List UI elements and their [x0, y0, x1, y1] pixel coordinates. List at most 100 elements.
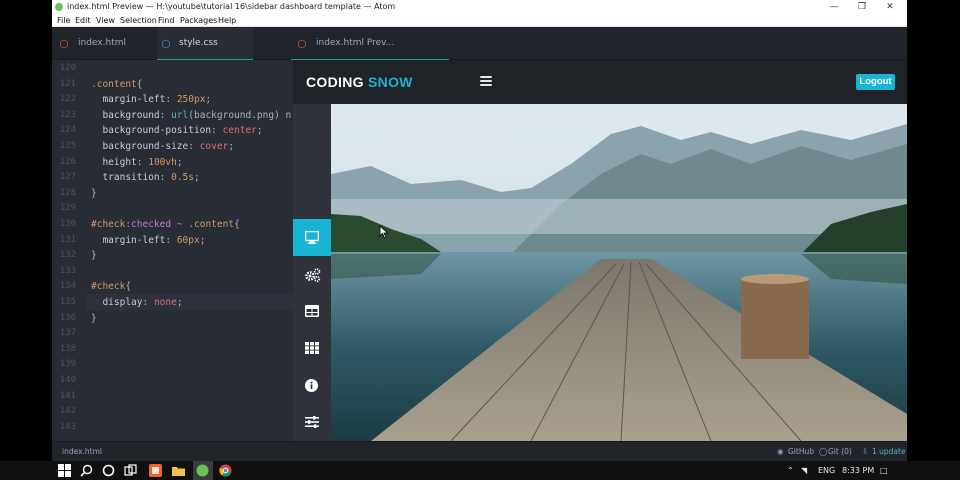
- dashboard-sidebar: [293, 104, 331, 441]
- line-number: 137: [59, 328, 76, 339]
- code-line[interactable]: }: [91, 248, 97, 264]
- notifications-icon[interactable]: □: [880, 461, 888, 480]
- status-bar: index.html ◉ GitHub ◯ Git (0) ⇩ 1 update: [52, 441, 907, 461]
- brand-main-text: CODING: [306, 74, 364, 90]
- line-number: 140: [59, 375, 76, 385]
- brand-accent-text: SNOW: [368, 74, 413, 90]
- menu-view[interactable]: View: [96, 14, 115, 27]
- atom-taskbar-button[interactable]: [193, 461, 213, 480]
- html-preview-pane: CODING SNOW Logout: [293, 60, 907, 441]
- dashboard-header: CODING SNOW Logout: [293, 60, 907, 104]
- video-editor-app-icon[interactable]: [149, 464, 162, 477]
- sidebar-item-sliders[interactable]: [293, 404, 331, 441]
- sidebar-item-info[interactable]: [293, 367, 331, 404]
- code-line[interactable]: .content{: [91, 77, 143, 93]
- atom-app-icon: [55, 3, 63, 11]
- line-number-gutter: 120 121 122 123 124 125 126 127 128 129 130 131 132 1…: [52, 60, 86, 441]
- code-line[interactable]: display: none;: [91, 295, 182, 311]
- code-line[interactable]: }: [91, 186, 97, 202]
- sidebar-item-settings[interactable]: [293, 256, 331, 293]
- html5-icon: ◯: [59, 39, 69, 48]
- th-icon: [305, 342, 319, 354]
- line-number: 123: [59, 109, 76, 120]
- line-number: 121: [59, 78, 76, 89]
- search-icon[interactable]: [80, 464, 93, 477]
- line-number: 138: [59, 343, 76, 354]
- tab-style-css[interactable]: ◯ style.css: [157, 28, 253, 61]
- menu-packages[interactable]: Packages: [180, 14, 217, 27]
- line-number: 131: [59, 234, 76, 245]
- maximize-button[interactable]: ❐: [848, 0, 876, 14]
- line-number: 120: [59, 63, 76, 73]
- brand-logo: CODING SNOW: [306, 74, 413, 90]
- code-line[interactable]: #check:checked ~ .content{: [91, 217, 240, 233]
- atom-window: index.html Preview — H:\youtube\tutorial…: [52, 0, 907, 461]
- tray-expand-icon[interactable]: ⌃: [787, 461, 794, 480]
- code-line[interactable]: transition: 0.5s;: [91, 170, 199, 186]
- status-update[interactable]: 1 update: [872, 442, 906, 461]
- system-clock[interactable]: 8:33 PM: [842, 461, 874, 480]
- code-line[interactable]: background: url(background.png) n: [91, 108, 291, 124]
- code-editor[interactable]: 120 121 122 123 124 125 126 127 128 129 130 131 132 1…: [52, 60, 293, 441]
- line-number: 129: [59, 203, 76, 214]
- menu-help[interactable]: Help: [218, 14, 236, 27]
- cortana-icon[interactable]: [102, 464, 115, 477]
- hamburger-menu-icon[interactable]: [480, 76, 492, 86]
- windows-start-icon[interactable]: [58, 464, 71, 477]
- status-git[interactable]: Git (0): [828, 442, 852, 461]
- line-number: 135: [59, 297, 76, 307]
- line-number: 126: [59, 156, 76, 167]
- code-line[interactable]: margin-left: 250px;: [91, 92, 211, 108]
- menu-selection[interactable]: Selection: [120, 14, 157, 27]
- menu-edit[interactable]: Edit: [75, 14, 91, 27]
- status-github[interactable]: GitHub: [788, 442, 814, 461]
- info-icon: [305, 379, 318, 392]
- menu-file[interactable]: File: [57, 14, 70, 27]
- code-area[interactable]: .content{ margin-left: 250px; background…: [91, 60, 293, 441]
- desktop-icon: [305, 231, 319, 244]
- status-file-name[interactable]: index.html: [62, 442, 102, 461]
- code-line[interactable]: background-position: center;: [91, 123, 262, 139]
- menu-find[interactable]: Find: [158, 14, 174, 27]
- atom-app-icon: [196, 464, 209, 477]
- github-icon: ◉: [777, 447, 784, 456]
- menu-bar: File Edit View Selection Find Packages H…: [52, 14, 907, 27]
- chrome-icon[interactable]: [219, 464, 232, 477]
- line-number: 122: [59, 94, 76, 105]
- code-line[interactable]: }: [91, 311, 97, 327]
- file-explorer-icon[interactable]: [172, 464, 185, 477]
- cogs-icon: [305, 268, 321, 282]
- code-line[interactable]: background-size: cover;: [91, 139, 234, 155]
- logout-button[interactable]: Logout: [856, 74, 895, 90]
- tab-label: style.css: [179, 38, 218, 48]
- code-line[interactable]: height: 100vh;: [91, 155, 182, 171]
- line-number: 136: [59, 312, 76, 323]
- line-number: 127: [59, 172, 76, 183]
- line-number: 130: [59, 219, 76, 229]
- update-icon: ⇩: [862, 447, 869, 456]
- sidebar-item-table[interactable]: [293, 293, 331, 330]
- task-view-icon[interactable]: [124, 464, 137, 477]
- title-bar: index.html Preview — H:\youtube\tutorial…: [52, 0, 907, 14]
- line-number: 143: [59, 421, 76, 432]
- sidebar-item-desktop[interactable]: [293, 219, 331, 256]
- close-window-button[interactable]: ✕: [876, 0, 904, 14]
- line-number: 125: [59, 141, 76, 151]
- tab-label: index.html Prev...: [316, 38, 395, 48]
- code-line[interactable]: margin-left: 60px;: [91, 233, 205, 249]
- git-icon: ◯: [819, 447, 828, 456]
- windows-taskbar: ⌃ ◥ ENG 8:33 PM □: [0, 461, 960, 480]
- desktop-screen: index.html Preview — H:\youtube\tutorial…: [0, 0, 960, 480]
- window-title: index.html Preview — H:\youtube\tutorial…: [67, 2, 396, 11]
- minimize-button[interactable]: —: [820, 0, 848, 14]
- line-number: 141: [59, 390, 76, 401]
- line-number: 134: [59, 281, 76, 292]
- tab-index-html-preview[interactable]: ◯ index.html Prev...: [291, 28, 449, 61]
- code-line[interactable]: #check{: [91, 279, 131, 295]
- input-language[interactable]: ENG: [818, 461, 835, 480]
- wifi-icon[interactable]: ◥: [801, 461, 807, 480]
- line-number: 142: [59, 406, 76, 417]
- tab-index-html[interactable]: ◯ index.html: [59, 28, 149, 60]
- table-icon: [305, 305, 319, 317]
- sidebar-item-grid[interactable]: [293, 330, 331, 367]
